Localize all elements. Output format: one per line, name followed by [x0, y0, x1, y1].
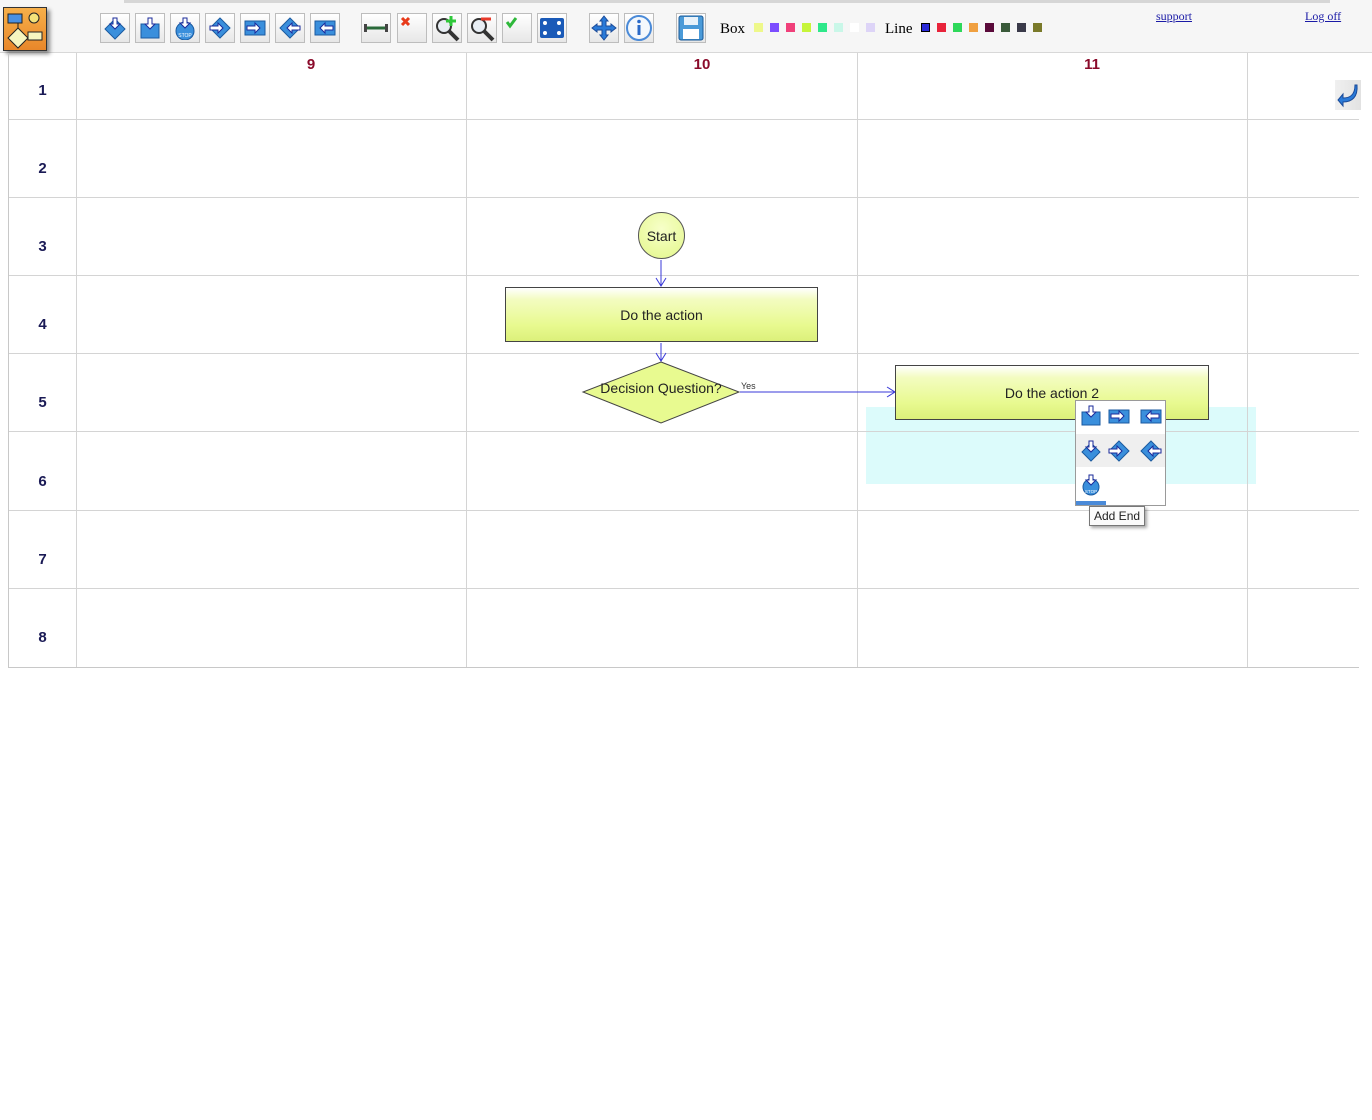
add-shape-popup: STOP	[1075, 400, 1166, 506]
diamond-left-icon	[1140, 440, 1162, 462]
tooltip: Add End	[1089, 506, 1146, 526]
popup-add-decision-left[interactable]	[1138, 438, 1164, 464]
decision-label: Decision Question?	[600, 380, 722, 396]
popup-add-decision-right[interactable]	[1106, 438, 1132, 464]
popup-hover-indicator	[1076, 501, 1106, 505]
action-box[interactable]: Do the action	[505, 287, 818, 342]
action-2-label: Do the action 2	[1004, 384, 1100, 401]
box-left-icon	[1140, 409, 1162, 424]
yes-branch-label: Yes	[741, 381, 756, 391]
box-down-icon	[1081, 405, 1101, 426]
popup-add-action-left[interactable]	[1138, 403, 1164, 429]
diamond-down-icon	[1081, 440, 1101, 462]
popup-add-action-right[interactable]	[1106, 403, 1132, 429]
start-node[interactable]: Start	[638, 212, 685, 259]
box-right-icon	[1108, 409, 1130, 424]
popup-add-decision-below[interactable]	[1078, 438, 1104, 464]
stop-icon: STOP	[1082, 474, 1100, 496]
svg-text:STOP: STOP	[1085, 489, 1097, 494]
connectors	[581, 260, 896, 424]
start-label: Start	[646, 227, 677, 244]
popup-add-end[interactable]: STOP	[1078, 472, 1104, 498]
diamond-right-icon	[1108, 440, 1130, 462]
decision-node[interactable]: Decision Question?	[582, 360, 740, 424]
action-label: Do the action	[620, 306, 703, 323]
popup-add-action-below[interactable]	[1078, 403, 1104, 429]
